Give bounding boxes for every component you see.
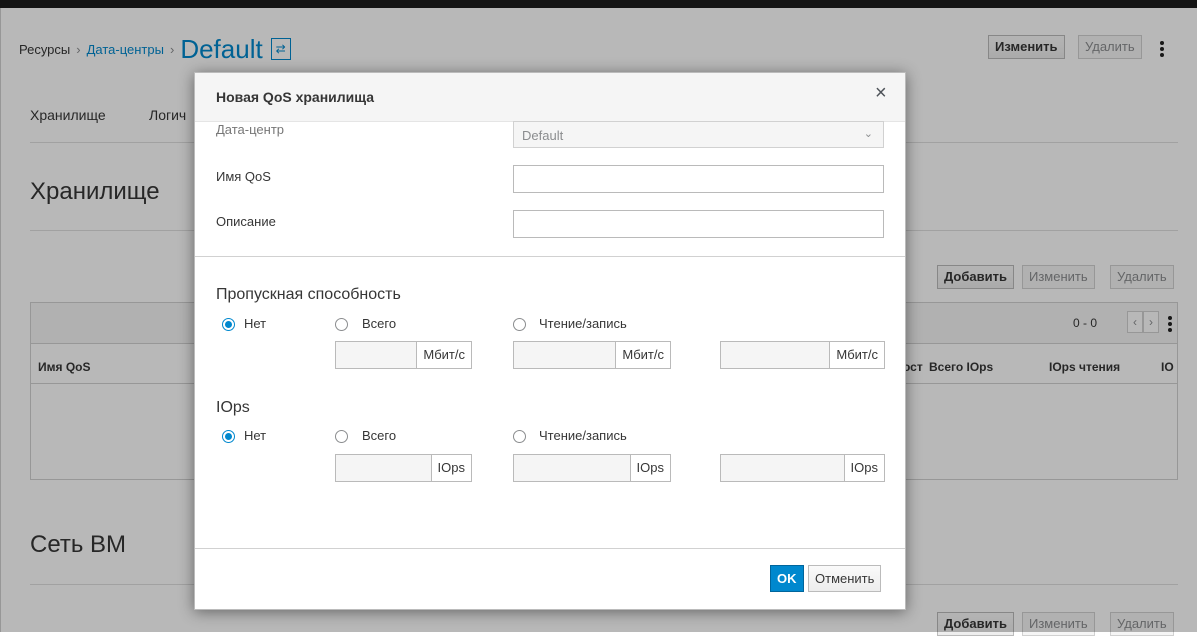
chevron-down-icon: ⌄ (863, 128, 873, 140)
iops-unit: IOps (430, 455, 471, 481)
iops-total-radio[interactable] (335, 430, 348, 443)
datacenter-select[interactable]: Default ⌄ (513, 121, 884, 148)
qos-name-input[interactable] (513, 165, 884, 193)
iops-rw-label: Чтение/запись (539, 428, 627, 443)
throughput-total-radio[interactable] (335, 318, 348, 331)
ok-button[interactable]: OK (770, 565, 804, 592)
throughput-heading: Пропускная способность (216, 286, 401, 303)
new-storage-qos-dialog: Новая QoS хранилища × Дата-центр Default… (194, 72, 906, 610)
throughput-rw-radio[interactable] (513, 318, 526, 331)
iops-none-radio[interactable] (222, 430, 235, 443)
datacenter-label: Дата-центр (216, 122, 285, 137)
throughput-total-input[interactable]: Мбит/с (335, 341, 472, 369)
qos-name-label: Имя QoS (216, 169, 271, 184)
iops-heading: IOps (216, 399, 250, 416)
close-icon[interactable]: × (875, 82, 887, 105)
dialog-title: Новая QoS хранилища (216, 89, 375, 105)
throughput-unit: Мбит/с (615, 342, 670, 368)
description-input[interactable] (513, 210, 884, 238)
iops-total-label: Всего (362, 428, 397, 443)
throughput-read-input[interactable]: Мбит/с (513, 341, 671, 369)
throughput-rw-label: Чтение/запись (539, 316, 627, 331)
cancel-button[interactable]: Отменить (808, 565, 882, 592)
dialog-footer (195, 548, 905, 549)
iops-read-input[interactable]: IOps (513, 454, 671, 482)
throughput-none-label: Нет (244, 316, 267, 331)
iops-none-label: Нет (244, 428, 267, 443)
throughput-unit: Мбит/с (416, 342, 471, 368)
throughput-unit: Мбит/с (829, 342, 884, 368)
iops-unit: IOps (843, 455, 884, 481)
dialog-header: Новая QoS хранилища × (195, 73, 905, 122)
iops-total-input[interactable]: IOps (335, 454, 472, 482)
throughput-none-radio[interactable] (222, 318, 235, 331)
description-label: Описание (216, 214, 276, 229)
iops-write-input[interactable]: IOps (720, 454, 885, 482)
iops-rw-radio[interactable] (513, 430, 526, 443)
throughput-total-label: Всего (362, 316, 397, 331)
datacenter-selected-value: Default (522, 128, 564, 143)
iops-unit: IOps (629, 455, 670, 481)
throughput-write-input[interactable]: Мбит/с (720, 341, 885, 369)
form-divider (195, 256, 905, 257)
